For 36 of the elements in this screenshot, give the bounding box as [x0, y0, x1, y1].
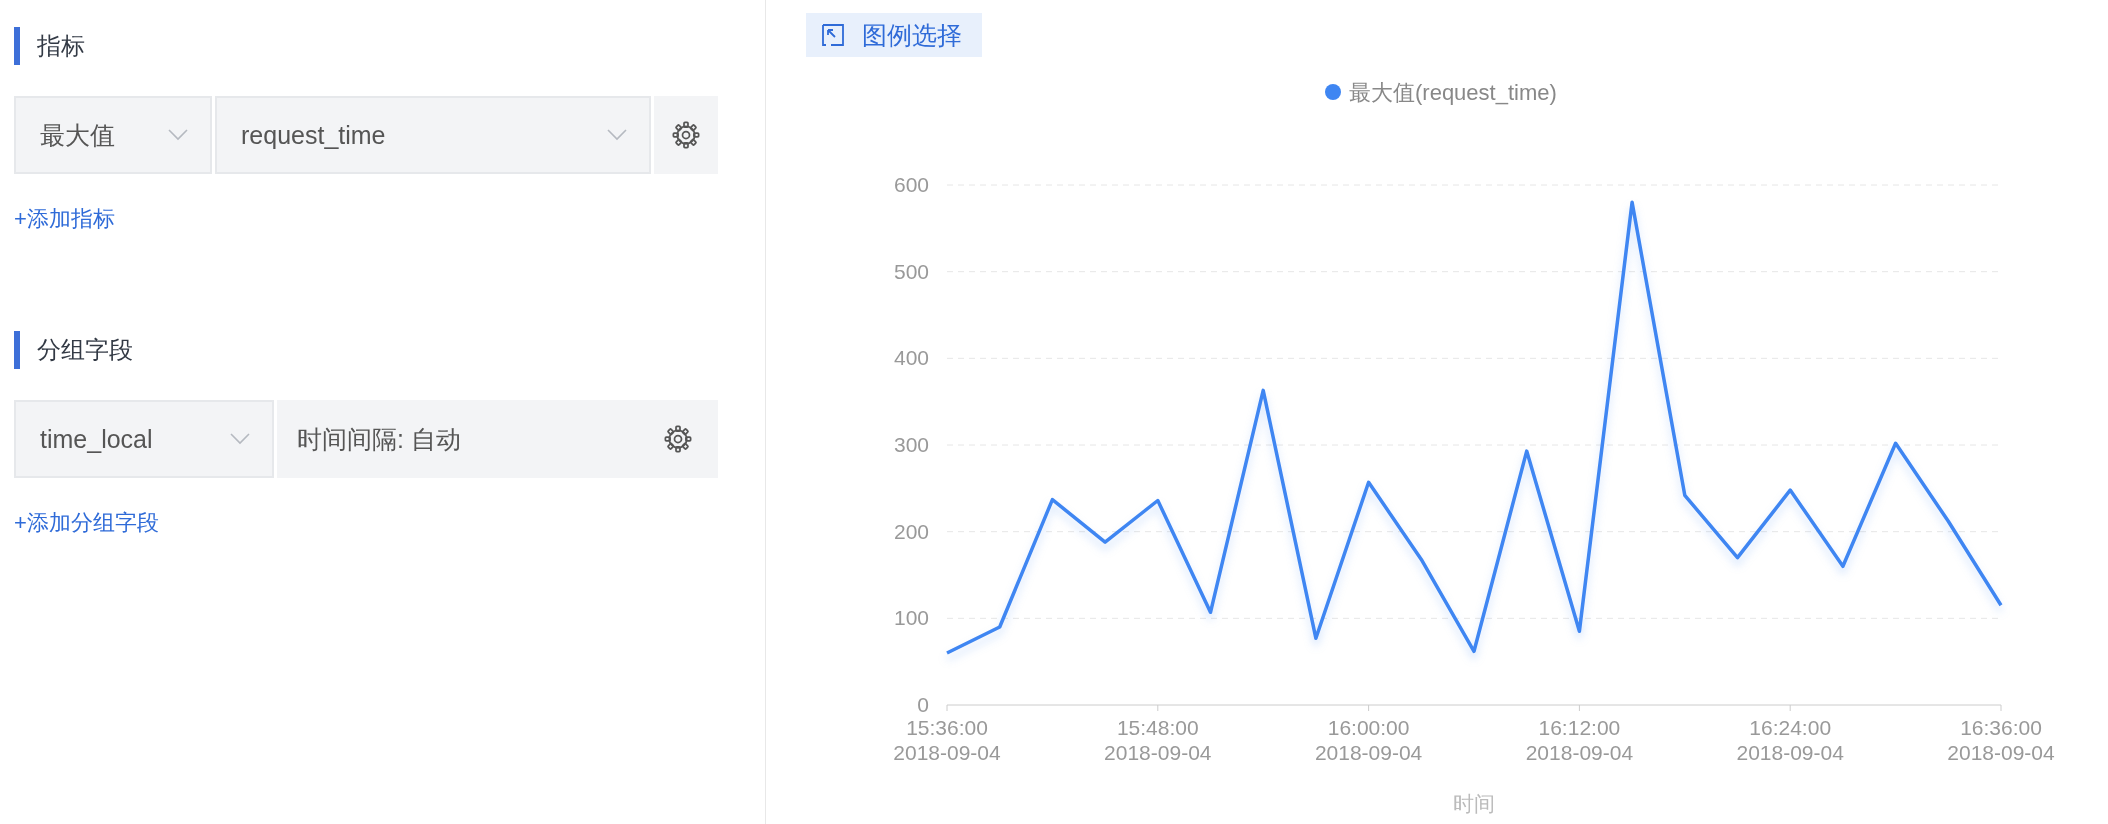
y-axis-label: 500: [893, 259, 929, 283]
settings-icon[interactable]: [664, 425, 692, 453]
select-value: time_local: [40, 424, 153, 454]
x-axis-title: 时间: [1453, 792, 1495, 815]
interval-label: 时间间隔: 自动: [297, 423, 461, 455]
interval-setting[interactable]: 时间间隔: 自动: [277, 400, 718, 478]
chevron-down-icon: [607, 129, 627, 141]
arrow-box-icon: [822, 24, 844, 46]
y-axis-label: 0: [917, 693, 929, 716]
y-axis-label: 200: [893, 519, 929, 543]
add-link[interactable]: +添加分组字段: [14, 508, 159, 538]
y-axis-label: 400: [893, 346, 929, 370]
section-title: 分组字段: [37, 335, 133, 365]
x-axis-label: 16:36:00 2018-09-04: [1947, 716, 2055, 764]
x-axis-label: 16:24:00 2018-09-04: [1736, 716, 1844, 764]
chevron-down-icon: [230, 433, 250, 445]
select-value: request_time: [241, 120, 386, 150]
select-value: 最大值: [40, 119, 115, 151]
settings-icon[interactable]: [672, 121, 700, 149]
settings-button[interactable]: [654, 96, 718, 174]
legend-select-button[interactable]: 图例选择: [806, 13, 982, 57]
x-axis-label: 16:00:00 2018-09-04: [1314, 716, 1423, 764]
heading-bar: [14, 27, 20, 65]
chevron-down-icon: [168, 129, 188, 141]
field-select[interactable]: request_time: [215, 96, 651, 174]
aggregation-select[interactable]: 最大值: [14, 96, 212, 174]
add-link[interactable]: +添加指标: [14, 204, 115, 234]
y-axis-label: 100: [893, 606, 929, 630]
heading-bar: [14, 331, 20, 369]
x-axis-label: 16:12:00 2018-09-04: [1525, 716, 1634, 764]
group-field-select[interactable]: time_local: [14, 400, 274, 478]
section-title: 指标: [37, 31, 85, 61]
y-axis-label: 300: [893, 433, 929, 456]
y-axis-label: 600: [893, 173, 929, 196]
x-axis-label: 15:36:00 2018-09-04: [893, 716, 1001, 764]
x-axis-label: 15:48:00 2018-09-04: [1104, 716, 1212, 764]
